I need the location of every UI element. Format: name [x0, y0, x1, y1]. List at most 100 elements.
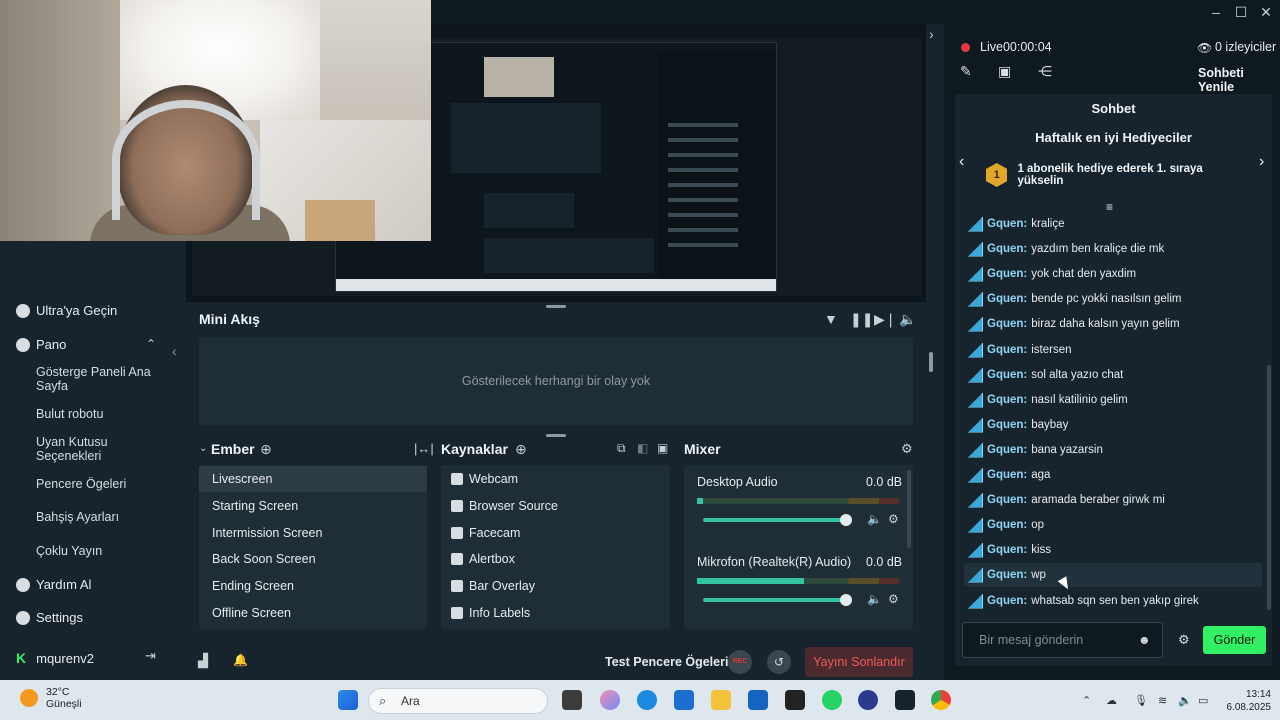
chat-message[interactable]: Gquen: kraliçe [964, 212, 1262, 236]
battery-icon[interactable]: ▭ [1198, 694, 1208, 707]
minimize-icon[interactable]: – [1206, 3, 1226, 21]
sidebar-sub-alertbox[interactable]: Uyan Kutusu Seçenekleri [36, 435, 156, 463]
edit-icon[interactable]: ✎ [960, 63, 972, 80]
task-view-icon[interactable] [562, 690, 582, 710]
scene-item[interactable]: Ending Screen [199, 573, 427, 599]
clock[interactable]: 13:14 6.08.2025 [1223, 688, 1272, 714]
volume-slider[interactable] [703, 514, 852, 526]
chat-message[interactable]: Gquen: bana yazarsin [964, 438, 1262, 462]
chat-message[interactable]: Gquen: yok chat den yaxdim [964, 262, 1262, 286]
chrome-icon[interactable] [931, 690, 951, 710]
stats-icon[interactable]: ▟ [198, 653, 208, 669]
chat-username[interactable]: Gquen: [987, 419, 1027, 431]
gear-icon[interactable]: ⚙ [888, 512, 899, 526]
sidebar-item-settings[interactable]: Settings [16, 610, 83, 625]
sidebar-item-help[interactable]: Yardım Al [16, 577, 91, 592]
source-item[interactable]: Facecam [451, 526, 520, 540]
chat-username[interactable]: Gquen: [987, 494, 1027, 506]
pause-icon[interactable]: ❚❚ [850, 311, 873, 328]
filter-icon[interactable]: ▼ [824, 311, 838, 327]
collapse-sidebar-icon[interactable]: ‹ [172, 343, 177, 359]
epic-games-icon[interactable] [785, 690, 805, 710]
source-item[interactable]: Bar Overlay [451, 579, 535, 593]
bell-icon[interactable]: 🔔 [233, 653, 248, 667]
chat-username[interactable]: Gquen: [987, 243, 1027, 255]
scene-item[interactable]: Back Soon Screen [199, 546, 427, 572]
folder-icon[interactable] [711, 690, 731, 710]
vertical-resize-handle[interactable] [929, 352, 933, 372]
close-icon[interactable]: ✕ [1256, 3, 1276, 21]
sidebar-sub-cloudbot[interactable]: Bulut robotu [36, 407, 156, 421]
sidebar-user[interactable]: K mqurenv2 [16, 650, 94, 666]
sidebar-sub-dashboard-home[interactable]: Gösterge Paneli Ana Sayfa [36, 365, 156, 393]
chevron-right-icon[interactable]: › [929, 26, 934, 42]
scene-item[interactable]: Offline Screen [199, 600, 427, 626]
chat-username[interactable]: Gquen: [987, 344, 1027, 356]
refresh-chat-button[interactable]: Sohbeti Yenile [1198, 66, 1280, 94]
weather-widget[interactable]: 32°C Güneşli [20, 686, 82, 710]
chat-message[interactable]: Gquen: biraz daha kalsın yayın gelim [964, 312, 1262, 336]
chat-username[interactable]: Gquen: [987, 369, 1027, 381]
chat-username[interactable]: Gquen: [987, 569, 1027, 581]
remove-source-icon[interactable]: ◧ [637, 441, 648, 455]
scene-item[interactable]: Starting Screen [199, 493, 427, 519]
chat-message[interactable]: Gquen: aramada beraber girwk mi [964, 488, 1262, 512]
gear-icon[interactable]: ⚙ [888, 592, 899, 606]
chat-message[interactable]: Gquen: sol alta yazıo chat [964, 363, 1262, 387]
slider-knob[interactable] [840, 594, 852, 606]
sidebar-sub-multistream[interactable]: Çoklu Yayın [36, 544, 156, 558]
source-item[interactable]: Webcam [451, 472, 518, 486]
microphone-icon[interactable]: 🎙 [1134, 694, 1148, 707]
chat-message[interactable]: Gquen: aga [964, 463, 1262, 487]
sidebar-item-ultra[interactable]: Ultra'ya Geçin [16, 303, 117, 318]
windows-start-icon[interactable] [338, 690, 358, 710]
cloud-icon[interactable]: ☁ [1106, 694, 1117, 707]
whatsapp-icon[interactable] [822, 690, 842, 710]
add-source-icon[interactable]: ⊕ [515, 441, 527, 458]
chevron-up-icon[interactable]: ⌃ [1082, 694, 1091, 707]
sidebar-sub-widgets[interactable]: Pencere Ögeleri [36, 477, 156, 491]
speaker-icon[interactable]: 🔈 [867, 592, 882, 606]
skip-icon[interactable]: ▶❘ [874, 311, 897, 328]
copilot-icon[interactable] [600, 690, 620, 710]
chat-username[interactable]: Gquen: [987, 268, 1027, 280]
chat-message[interactable]: Gquen: nasıl katilinio gelim [964, 388, 1262, 412]
source-folder-icon[interactable]: ▣ [657, 441, 668, 455]
sidebar-sub-tip-settings[interactable]: Bahşiş Ayarları [36, 510, 156, 524]
clapper-icon[interactable]: ▣ [998, 63, 1011, 80]
chevron-left-icon[interactable]: ‹ [959, 153, 964, 171]
scene-item[interactable]: Intermission Screen [199, 520, 427, 546]
app-icon[interactable] [858, 690, 878, 710]
chat-message[interactable]: Gquen: kiss [964, 538, 1262, 562]
speaker-icon[interactable]: 🔈 [1178, 694, 1192, 707]
store-icon[interactable] [674, 690, 694, 710]
chat-username[interactable]: Gquen: [987, 469, 1027, 481]
streamlabs-icon[interactable] [895, 690, 915, 710]
test-widgets-button[interactable]: Test Pencere Ögeleri [605, 655, 728, 669]
record-button[interactable]: REC [728, 650, 752, 674]
source-item[interactable]: Alertbox [451, 552, 515, 566]
source-properties-icon[interactable]: ⧉ [617, 441, 626, 456]
sidebar-item-dashboard[interactable]: Pano [16, 337, 66, 352]
chat-scrollbar[interactable] [1267, 365, 1271, 610]
scene-transition-icon[interactable]: |↔| [414, 441, 434, 456]
edge-icon[interactable] [637, 690, 657, 710]
add-scene-icon[interactable]: ⊕ [260, 441, 272, 458]
chat-message[interactable]: Gquen: wp [964, 563, 1262, 587]
chevron-right-icon[interactable]: › [1259, 153, 1264, 171]
chevron-up-icon[interactable]: ⌃ [146, 337, 156, 351]
chat-message[interactable]: Gquen: bende pc yokki nasılsın gelim [964, 287, 1262, 311]
chat-message[interactable]: Gquen: op [964, 513, 1262, 537]
chat-username[interactable]: Gquen: [987, 293, 1027, 305]
logout-icon[interactable]: ⇥ [145, 648, 156, 664]
taskbar-search[interactable]: ⌕ Ara [368, 688, 548, 714]
chat-message[interactable]: Gquen: whatsab sqn sen ben yakıp girek [964, 589, 1262, 613]
chevron-down-icon[interactable]: ⌄ [199, 443, 207, 454]
mixer-scrollbar[interactable] [907, 470, 911, 548]
resize-handle[interactable] [546, 434, 566, 437]
volume-icon[interactable]: 🔈 [899, 311, 916, 328]
gear-icon[interactable]: ⚙ [1178, 632, 1190, 648]
chat-message[interactable]: Gquen: istersen [964, 338, 1262, 362]
share-icon[interactable]: ⋲ [1038, 63, 1052, 80]
chat-message[interactable]: Gquen: yazdım ben kraliçe die mk [964, 237, 1262, 261]
